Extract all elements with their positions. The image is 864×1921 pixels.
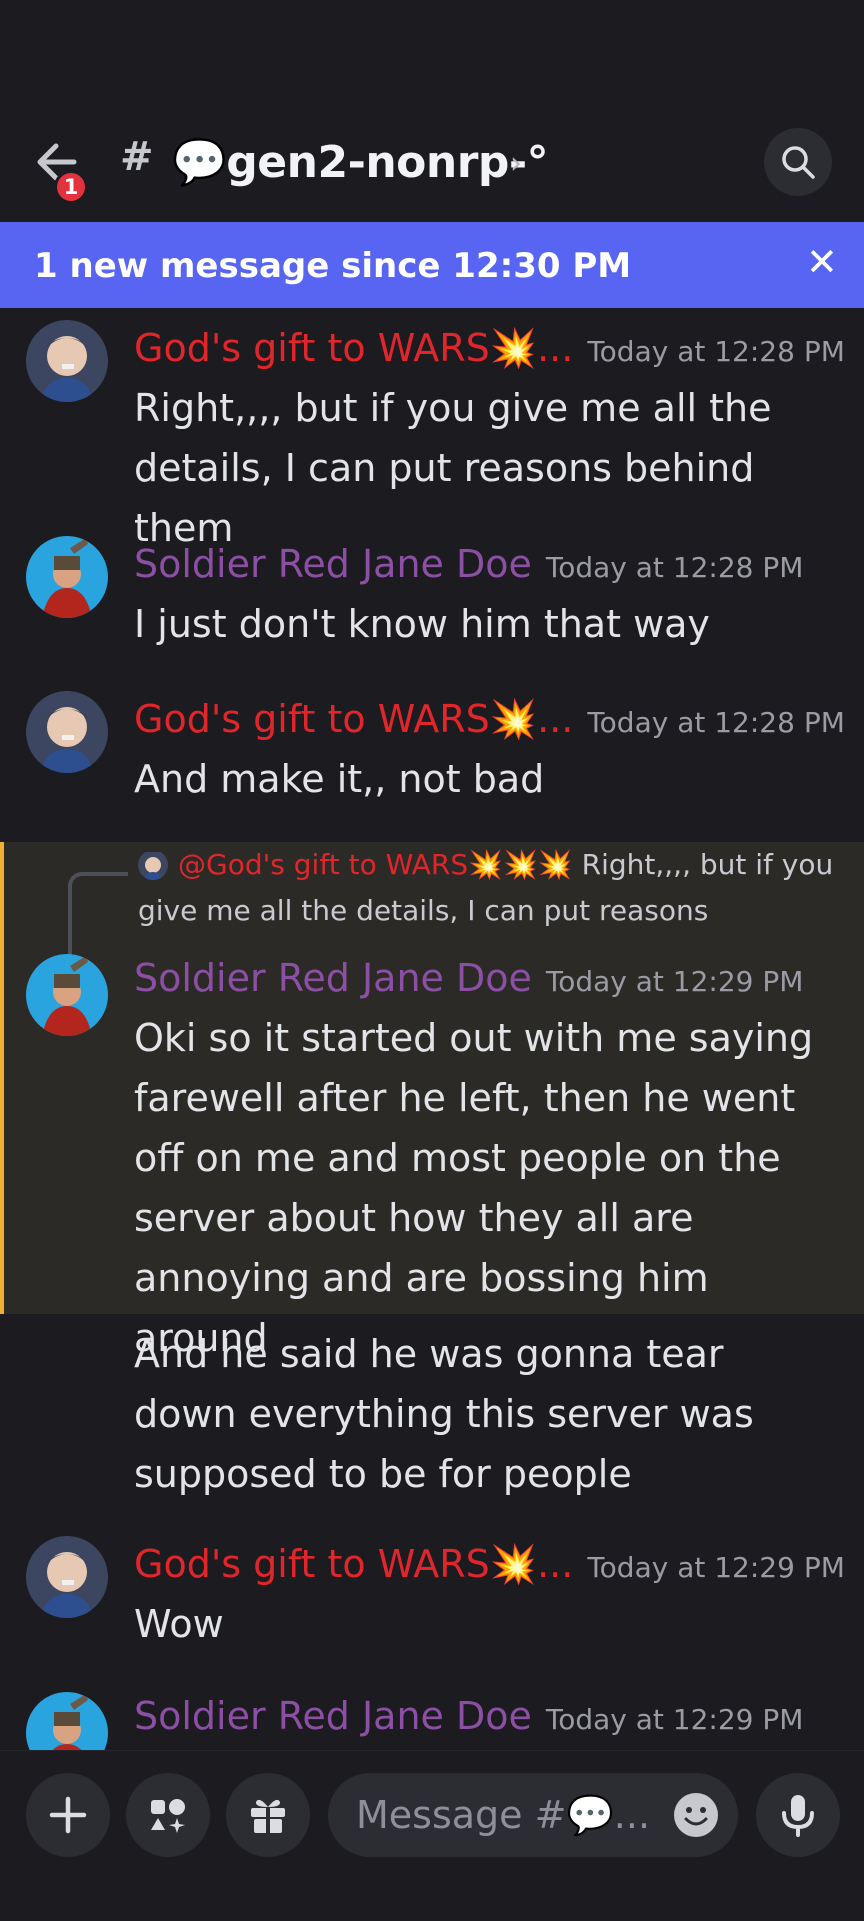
highlighted-message[interactable]: @God's gift to WARS💥💥💥 Right,,,, but if … <box>0 842 864 1360</box>
avatar[interactable] <box>26 1536 108 1618</box>
message-input-placeholder: Message #💬... <box>356 1793 651 1837</box>
timestamp: Today at 12:29 PM <box>545 965 804 998</box>
avatar[interactable] <box>26 954 108 1036</box>
message-text: Right,,,, but if you give me all the det… <box>134 386 772 550</box>
username[interactable]: God's gift to WARS💥... <box>134 326 573 370</box>
gift-icon <box>251 1799 285 1833</box>
avatar[interactable] <box>26 320 108 402</box>
username[interactable]: God's gift to WARS💥... <box>134 1542 573 1586</box>
apps-icon <box>151 1799 185 1833</box>
message-header: God's gift to WARS💥... Today at 12:28 PM <box>134 326 845 371</box>
timestamp: Today at 12:29 PM <box>545 1703 804 1736</box>
search-button[interactable] <box>764 128 832 196</box>
message-header: God's gift to WARS💥... Today at 12:28 PM <box>134 697 845 742</box>
message-header: Soldier Red Jane Doe Today at 12:29 PM <box>134 956 803 1000</box>
avatar[interactable] <box>26 691 108 773</box>
search-icon <box>782 146 815 179</box>
voice-message-button[interactable] <box>756 1773 840 1857</box>
message-text: Oki so it started out with me saying far… <box>134 1016 814 1360</box>
message-header: God's gift to WARS💥... Today at 12:29 PM <box>134 1542 845 1587</box>
microphone-icon <box>782 1795 814 1837</box>
avatar[interactable] <box>26 536 108 618</box>
channel-name[interactable]: 💬gen2-nonrp-° <box>172 136 549 188</box>
gift-button[interactable] <box>226 1773 310 1857</box>
close-icon[interactable]: ✕ <box>806 240 838 284</box>
message-input[interactable]: Message #💬... <box>328 1773 738 1857</box>
reply-preview[interactable]: @God's gift to WARS💥💥💥 Right,,,, but if … <box>138 842 838 934</box>
message-text: And make it,, not bad <box>134 757 545 801</box>
channel-hash-icon: # <box>120 134 154 180</box>
new-messages-text: 1 new message since 12:30 PM <box>34 246 632 286</box>
chevron-right-icon[interactable]: › <box>510 146 522 181</box>
message-text: Wow <box>134 1602 224 1646</box>
reply-avatar <box>138 850 168 880</box>
add-attachment-button[interactable] <box>26 1773 110 1857</box>
timestamp: Today at 12:28 PM <box>587 335 845 368</box>
new-messages-banner[interactable]: 1 new message since 12:30 PM ✕ <box>0 222 864 308</box>
message-header: Soldier Red Jane Doe Today at 12:29 PM <box>134 1694 803 1738</box>
username[interactable]: Soldier Red Jane Doe <box>134 1694 532 1738</box>
channel-header: 1 # 💬gen2-nonrp-° › <box>0 0 864 222</box>
apps-button[interactable] <box>126 1773 210 1857</box>
username[interactable]: Soldier Red Jane Doe <box>134 542 532 586</box>
message-text: And he said he was gonna tear down every… <box>134 1332 754 1496</box>
plus-icon <box>49 1796 87 1834</box>
reply-connector <box>68 872 128 956</box>
timestamp: Today at 12:28 PM <box>587 706 845 739</box>
avatar[interactable] <box>26 1692 108 1750</box>
reply-mention[interactable]: @God's gift to WARS💥💥💥 <box>178 848 573 881</box>
message-text: I just don't know him that way <box>134 602 710 646</box>
emoji-icon[interactable] <box>672 1791 720 1839</box>
username[interactable]: Soldier Red Jane Doe <box>134 956 532 1000</box>
message-composer: Message #💬... <box>0 1750 864 1921</box>
message-list[interactable]: God's gift to WARS💥... Today at 12:28 PM … <box>0 308 864 1750</box>
timestamp: Today at 12:29 PM <box>587 1551 845 1584</box>
username[interactable]: God's gift to WARS💥... <box>134 697 573 741</box>
timestamp: Today at 12:28 PM <box>545 551 804 584</box>
message-header: Soldier Red Jane Doe Today at 12:28 PM <box>134 542 803 586</box>
unread-badge: 1 <box>54 170 88 204</box>
